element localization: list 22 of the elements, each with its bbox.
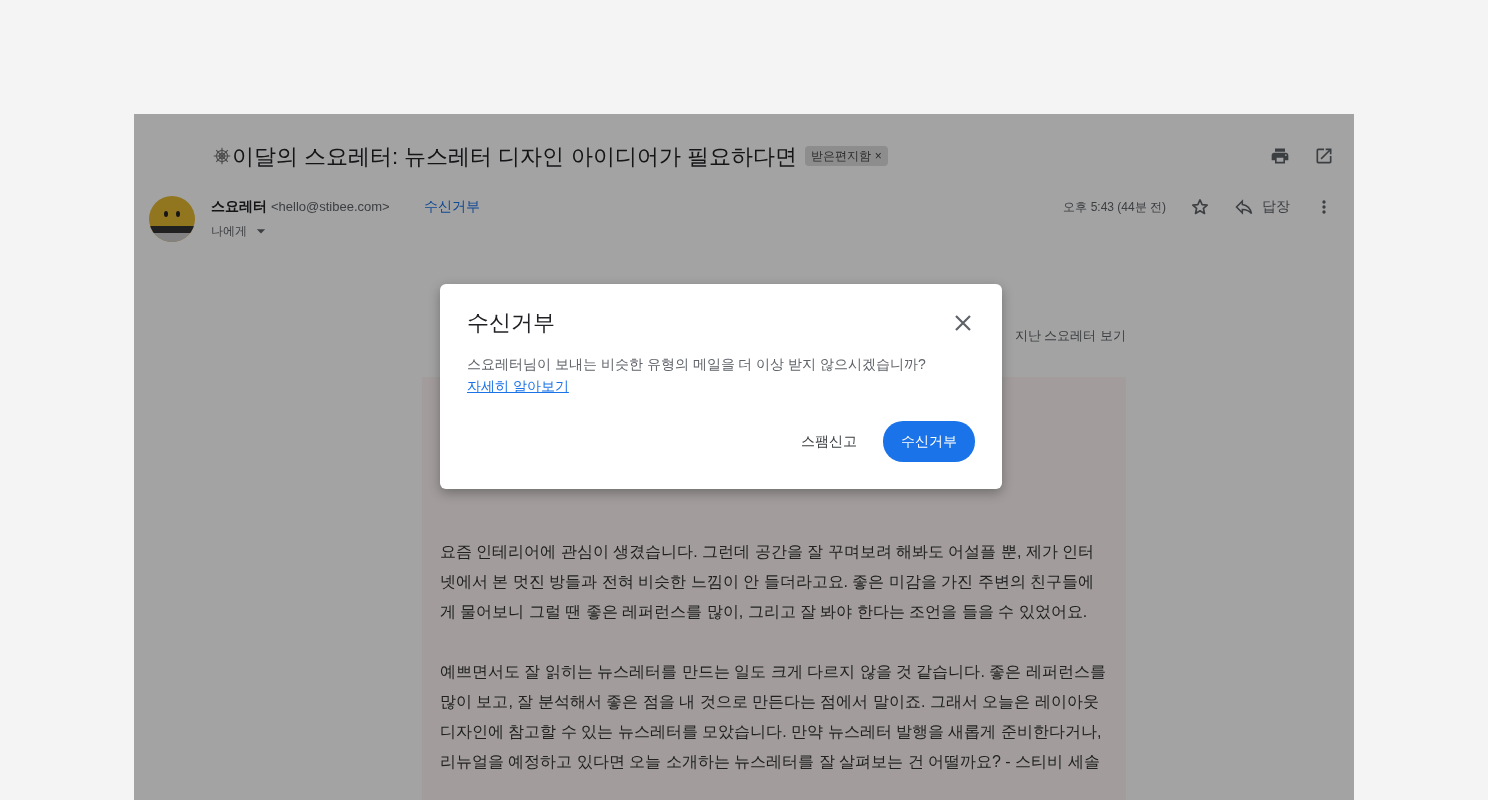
learn-more-link[interactable]: 자세히 알아보기 — [467, 378, 569, 394]
spider-web-icon — [212, 146, 232, 166]
label-text: 받은편지함 — [810, 148, 871, 165]
reply-button[interactable]: 답장 — [1234, 196, 1290, 217]
dialog-message: 스요레터님이 보내는 비슷한 유형의 메일을 더 이상 받지 않으시겠습니까? 자세히 알아보기 — [467, 355, 927, 396]
unsubscribe-button[interactable]: 수신거부 — [883, 421, 975, 462]
sender-name: 스요레터 — [211, 197, 267, 216]
avatar-icon — [149, 196, 195, 242]
dialog-title: 수신거부 — [467, 309, 555, 337]
sender-address: <hello@stibee.com> — [271, 198, 390, 216]
body-paragraph: 요즘 인테리어에 관심이 생겼습니다. 그런데 공간을 잘 꾸며보려 해봐도 어설플 뿐, 제가 인터넷에서 본 멋진 방들과 전혀 비슷한 느낌이 안 들더라고요. 좋은 미감을 가진 주변의 친구들에게 물어보니 그럴 땐 좋은 레퍼런스를 많이, 그리고 잘 봐야 한다는 조언을 들을 수 있었어요. — [440, 542, 1096, 622]
report-spam-button[interactable]: 스팸신고 — [783, 421, 875, 462]
remove-label-button[interactable]: × — [870, 147, 882, 165]
body-paragraph: 예쁘면서도 잘 읽히는 뉴스레터를 만드는 일도 크게 다르지 않을 것 같습니다. 좋은 레퍼런스를 많이 보고, 잘 분석해서 좋은 점을 내 것으로 만든다는 점에서 말이죠. 그래서 오늘은 레이아웃 디자인에 참고할 수 있는 뉴스레터를 모았습니다. 만약 뉴스레터 발행을 새롭게 준비한다거나, 리뉴얼을 예정하고 있다면 오늘 소개하는 뉴스레터를 잘 살펴보는 건 어떨까요? - 스티비 세솔 — [440, 662, 1107, 772]
received-time: 오후 5:43 (44분 전) — [1063, 198, 1166, 216]
unsubscribe-link[interactable]: 수신거부 — [423, 196, 480, 217]
recipient-label: 나에게 — [211, 223, 247, 240]
email-subject: 이달의 스요레터: 뉴스레터 디자인 아이디어가 필요하다면 — [232, 142, 797, 171]
open-in-new-icon[interactable] — [1314, 146, 1334, 166]
star-icon[interactable] — [1190, 196, 1210, 217]
print-icon[interactable] — [1270, 146, 1290, 166]
archive-link[interactable]: 지난 스요레터 보기 — [1014, 326, 1126, 366]
